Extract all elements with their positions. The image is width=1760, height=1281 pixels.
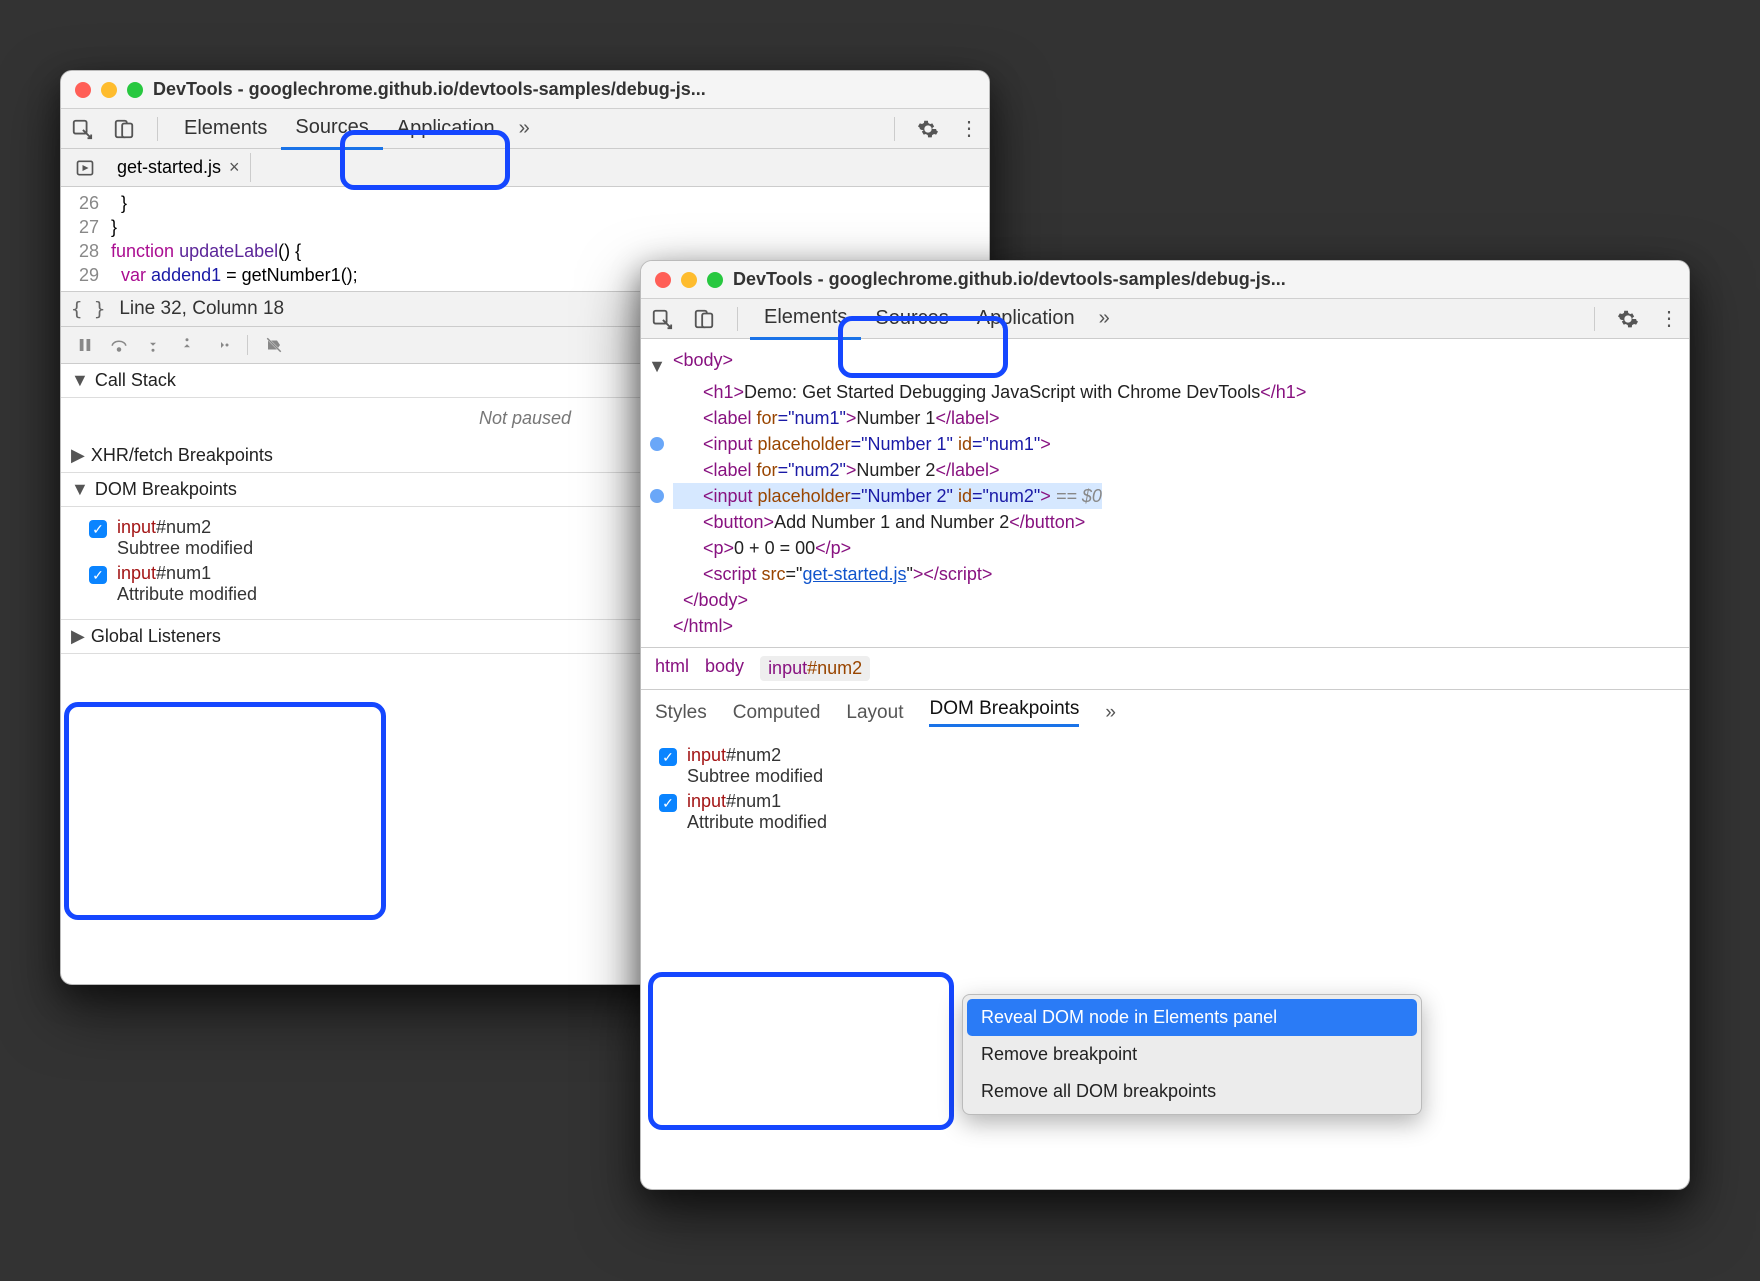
subtab-layout[interactable]: Layout [846, 702, 903, 724]
titlebar[interactable]: DevTools - googlechrome.github.io/devtoo… [61, 71, 989, 109]
pretty-print-icon[interactable]: { } [71, 298, 105, 320]
close-icon[interactable] [655, 272, 671, 288]
crumb-body[interactable]: body [705, 656, 744, 681]
checkbox-icon[interactable]: ✓ [89, 566, 107, 584]
crumb-html[interactable]: html [655, 656, 689, 681]
file-tabs: get-started.js × [61, 149, 989, 187]
step-icon[interactable] [207, 333, 235, 357]
navigator-toggle-icon[interactable] [69, 154, 101, 182]
dom-breakpoints-body: ✓ input#num2 Subtree modified ✓ input#nu… [641, 735, 1689, 847]
breadcrumb[interactable]: html body input#num2 [641, 647, 1689, 689]
gear-icon[interactable] [1607, 302, 1649, 336]
dom-breakpoint-item[interactable]: ✓ input#num1 Attribute modified [659, 791, 1679, 833]
close-icon[interactable] [75, 82, 91, 98]
kebab-icon[interactable]: ⋮ [949, 110, 989, 147]
minimize-icon[interactable] [101, 82, 117, 98]
more-tabs-icon[interactable]: » [1105, 702, 1116, 724]
pause-icon[interactable] [71, 333, 99, 357]
kebab-icon[interactable]: ⋮ [1649, 300, 1689, 337]
traffic-lights [75, 82, 143, 98]
close-icon[interactable]: × [229, 157, 240, 178]
window-title: DevTools - googlechrome.github.io/devtoo… [153, 79, 975, 100]
titlebar[interactable]: DevTools - googlechrome.github.io/devtoo… [641, 261, 1689, 299]
subtab-dom-breakpoints[interactable]: DOM Breakpoints [929, 698, 1079, 727]
traffic-lights [655, 272, 723, 288]
cursor-location: Line 32, Column 18 [119, 298, 284, 320]
step-over-icon[interactable] [105, 333, 133, 357]
checkbox-icon[interactable]: ✓ [659, 794, 677, 812]
menu-item-remove[interactable]: Remove breakpoint [967, 1036, 1417, 1073]
file-tab[interactable]: get-started.js × [107, 153, 251, 182]
minimize-icon[interactable] [681, 272, 697, 288]
checkbox-icon[interactable]: ✓ [659, 748, 677, 766]
tab-elements[interactable]: Elements [750, 298, 861, 340]
inspect-icon[interactable] [641, 302, 683, 336]
dom-breakpoint-item[interactable]: ✓ input#num2 Subtree modified [659, 745, 1679, 787]
tab-elements[interactable]: Elements [170, 109, 281, 148]
deactivate-breakpoints-icon[interactable] [260, 333, 288, 357]
more-tabs-icon[interactable]: » [1089, 301, 1120, 336]
tab-application[interactable]: Application [963, 299, 1089, 338]
subtab-computed[interactable]: Computed [733, 702, 821, 724]
menu-item-reveal[interactable]: Reveal DOM node in Elements panel [967, 999, 1417, 1036]
device-toggle-icon[interactable] [103, 112, 145, 146]
maximize-icon[interactable] [707, 272, 723, 288]
step-into-icon[interactable] [139, 333, 167, 357]
tab-application[interactable]: Application [383, 109, 509, 148]
checkbox-icon[interactable]: ✓ [89, 520, 107, 538]
window-title: DevTools - googlechrome.github.io/devtoo… [733, 269, 1675, 290]
tab-sources[interactable]: Sources [281, 108, 382, 150]
menu-item-remove-all[interactable]: Remove all DOM breakpoints [967, 1073, 1417, 1110]
context-menu: Reveal DOM node in Elements panel Remove… [962, 994, 1422, 1115]
main-toolbar: Elements Sources Application » ⋮ [61, 109, 989, 149]
breakpoint-dot-icon[interactable] [650, 437, 664, 451]
step-out-icon[interactable] [173, 333, 201, 357]
tab-sources[interactable]: Sources [861, 299, 962, 338]
breakpoint-dot-icon[interactable] [650, 489, 664, 503]
crumb-input[interactable]: input#num2 [760, 656, 870, 681]
subtab-styles[interactable]: Styles [655, 702, 707, 724]
maximize-icon[interactable] [127, 82, 143, 98]
more-tabs-icon[interactable]: » [509, 111, 540, 146]
gear-icon[interactable] [907, 112, 949, 146]
dom-node-selected[interactable]: <input placeholder="Number 2" id="num2">… [641, 483, 1679, 509]
file-tab-label: get-started.js [117, 157, 221, 178]
main-toolbar: Elements Sources Application » ⋮ [641, 299, 1689, 339]
dom-tree[interactable]: ▼<body> <h1>Demo: Get Started Debugging … [641, 339, 1689, 647]
inspect-icon[interactable] [61, 112, 103, 146]
elements-subtabs: Styles Computed Layout DOM Breakpoints » [641, 689, 1689, 735]
device-toggle-icon[interactable] [683, 302, 725, 336]
